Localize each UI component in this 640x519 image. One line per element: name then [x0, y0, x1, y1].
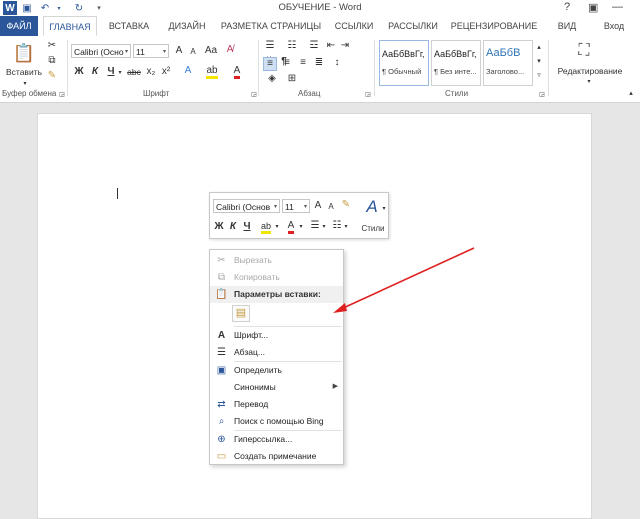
annotation-arrow-line	[340, 247, 475, 310]
annotation-arrow	[333, 247, 475, 313]
annotation-arrow-head	[333, 303, 347, 313]
